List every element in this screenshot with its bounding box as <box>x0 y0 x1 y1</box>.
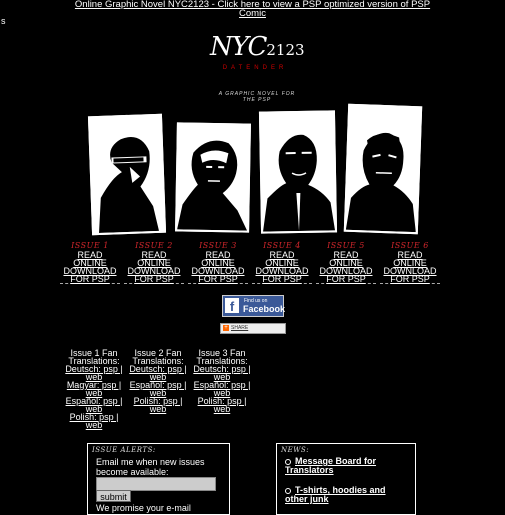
read-online-link[interactable]: READ ONLINE <box>188 251 248 268</box>
issue-5: ISSUE 5 READ ONLINE DOWNLOAD FOR PSP <box>316 241 376 284</box>
submit-button[interactable]: submit <box>96 490 131 502</box>
issue-4: ISSUE 4 READ ONLINE DOWNLOAD FOR PSP <box>252 241 312 284</box>
download-psp-link[interactable]: DOWNLOAD FOR PSP <box>60 267 120 284</box>
news-link[interactable]: T-shirts, hoodies and other junk <box>285 485 386 504</box>
news-item: Message Board for Translators <box>285 457 410 475</box>
download-psp-link[interactable]: DOWNLOAD FOR PSP <box>252 267 312 284</box>
read-online-link[interactable]: READ ONLINE <box>316 251 376 268</box>
read-online-link[interactable]: READ ONLINE <box>124 251 184 268</box>
share-button[interactable]: + SHARE <box>220 323 286 334</box>
panel-1[interactable] <box>87 113 167 236</box>
fan-translations-heading: Issue 1 Fan Translations: <box>68 348 120 366</box>
logo-title: NYC <box>210 32 267 62</box>
share-label: SHARE <box>231 325 249 331</box>
translation-link[interactable]: web <box>62 421 126 430</box>
translation-link[interactable]: web <box>190 405 254 414</box>
psp-version-link[interactable]: Online Graphic Novel NYC2123 - Click her… <box>75 0 430 19</box>
character-panels <box>87 103 423 243</box>
logo-number: 2123 <box>266 41 305 59</box>
translation-link[interactable]: web <box>126 405 190 414</box>
news-item: T-shirts, hoodies and other junk <box>285 486 410 504</box>
issues-row: ISSUE 1 READ ONLINE DOWNLOAD FOR PSP ISS… <box>60 241 445 291</box>
panel-2[interactable] <box>175 122 251 233</box>
bullet-icon <box>285 458 291 465</box>
banner-line2: Comic <box>239 8 266 19</box>
panel-3[interactable] <box>258 110 338 234</box>
news-box: NEWS: Message Board for Translators T-sh… <box>276 443 416 515</box>
download-psp-link[interactable]: DOWNLOAD FOR PSP <box>124 267 184 284</box>
site-logo[interactable]: NYC2123 DATENDER <box>210 32 305 79</box>
issue-6: ISSUE 6 READ ONLINE DOWNLOAD FOR PSP <box>380 241 440 284</box>
read-online-link[interactable]: READ ONLINE <box>252 251 312 268</box>
issue-1: ISSUE 1 READ ONLINE DOWNLOAD FOR PSP <box>60 241 120 284</box>
download-psp-link[interactable]: DOWNLOAD FOR PSP <box>188 267 248 284</box>
news-heading: NEWS: <box>281 446 310 454</box>
logo-subtitle: DATENDER <box>222 65 288 71</box>
fan-translations-heading: Issue 3 Fan Translations: <box>196 348 248 366</box>
news-link[interactable]: Message Board for Translators <box>285 456 376 475</box>
fan-translations-issue-3: Issue 3 Fan Translations: Deutsch: psp |… <box>190 348 254 414</box>
issue-3: ISSUE 3 READ ONLINE DOWNLOAD FOR PSP <box>188 241 248 284</box>
tagline: A GRAPHIC NOVEL FOR THE PSP <box>218 91 296 103</box>
facebook-icon: f <box>225 298 239 314</box>
fan-translations-issue-2: Issue 2 Fan Translations: Deutsch: psp |… <box>126 348 190 414</box>
download-psp-link[interactable]: DOWNLOAD FOR PSP <box>380 267 440 284</box>
bullet-icon <box>285 487 291 494</box>
download-psp-link[interactable]: DOWNLOAD FOR PSP <box>316 267 376 284</box>
issue-alerts-text: Email me when new issues become availabl… <box>96 457 205 477</box>
issue-alerts-heading: ISSUE ALERTS: <box>92 446 156 454</box>
facebook-button[interactable]: f Find us on Facebook <box>222 295 286 317</box>
panel-4[interactable] <box>343 103 423 235</box>
character-3-illustration <box>260 112 336 232</box>
email-field[interactable] <box>96 477 216 491</box>
stray-text: s <box>1 16 6 26</box>
character-4-illustration <box>345 105 421 233</box>
issue-alerts-box: ISSUE ALERTS: Email me when new issues b… <box>87 443 230 515</box>
read-online-link[interactable]: READ ONLINE <box>380 251 440 268</box>
issue-2: ISSUE 2 READ ONLINE DOWNLOAD FOR PSP <box>124 241 184 284</box>
character-2-illustration <box>177 124 249 231</box>
read-online-link[interactable]: READ ONLINE <box>60 251 120 268</box>
top-banner[interactable]: Online Graphic Novel NYC2123 - Click her… <box>0 0 505 19</box>
fan-translations-heading: Issue 2 Fan Translations: <box>132 348 184 366</box>
share-plus-icon: + <box>223 325 229 331</box>
facebook-label: Facebook <box>243 304 286 314</box>
character-1-illustration <box>90 115 164 234</box>
fan-translations-issue-1: Issue 1 Fan Translations: Deutsch: psp |… <box>62 348 126 430</box>
